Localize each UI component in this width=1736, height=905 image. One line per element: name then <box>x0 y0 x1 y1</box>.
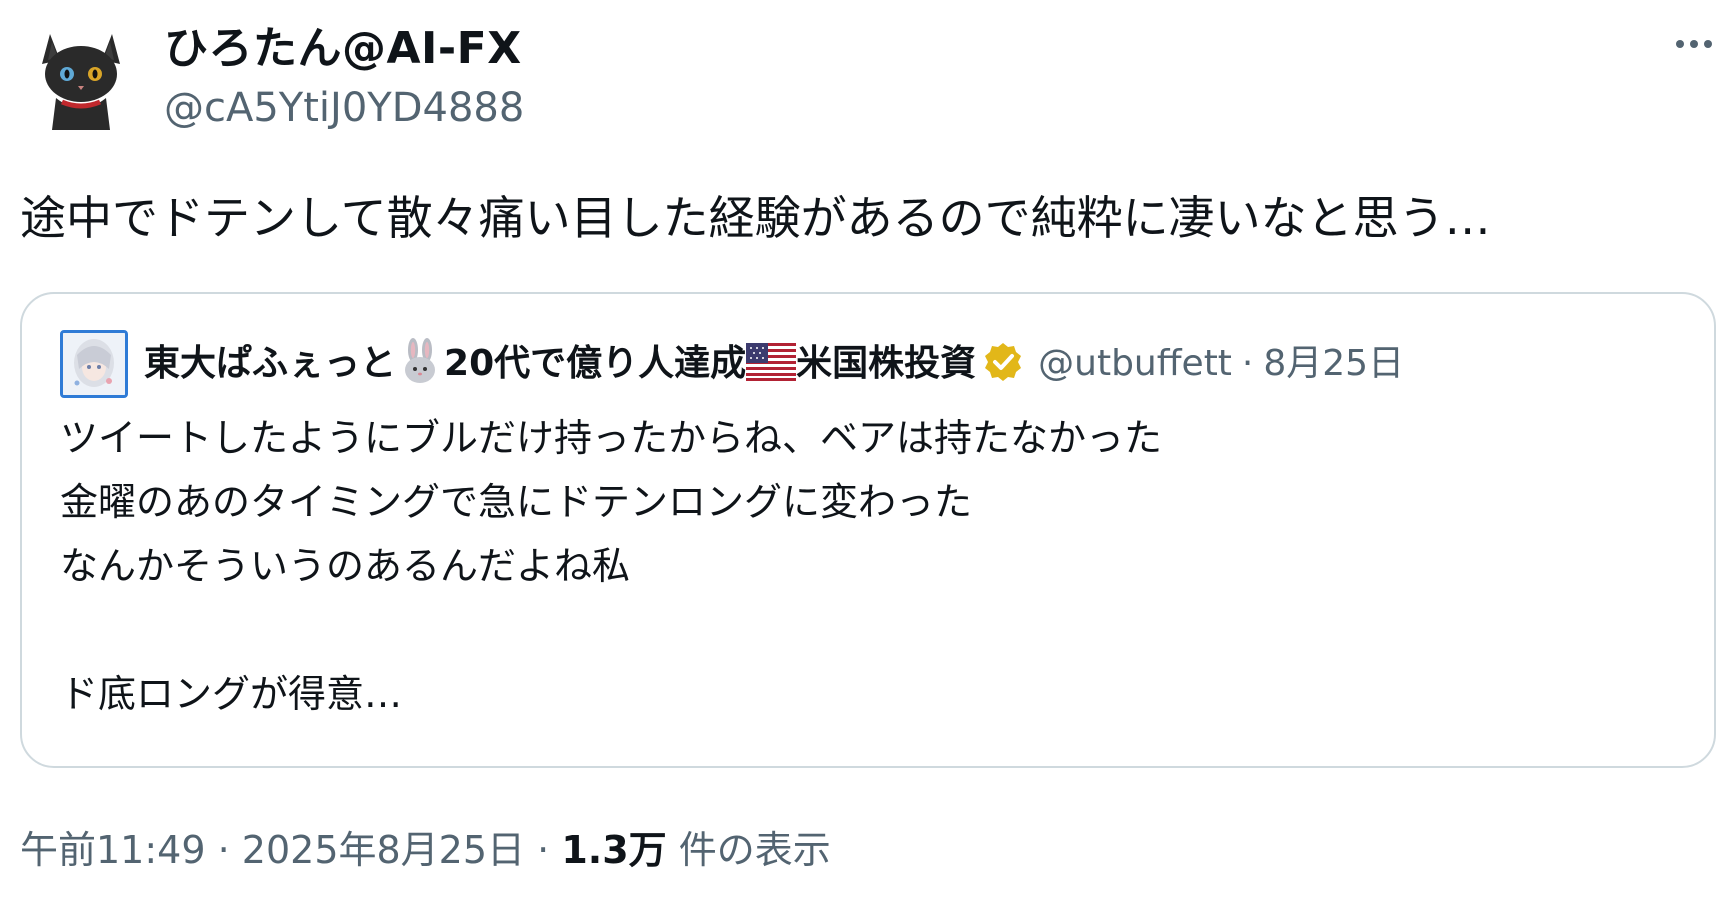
quoted-author-name-part1[interactable]: 東大ぱふぇっと <box>144 332 396 396</box>
tweet: ひろたん@AI-FX @cA5YtiJ0YD4888 途中でドテンして散々痛い目… <box>0 0 1736 905</box>
footer-separator: · <box>217 828 230 872</box>
quoted-tweet-date[interactable]: 8月25日 <box>1263 332 1404 396</box>
tweet-date[interactable]: 2025年8月25日 <box>242 828 525 872</box>
quoted-text-line <box>60 598 1162 662</box>
footer-separator: · <box>537 828 550 872</box>
quoted-text-line: ツイートしたようにブルだけ持ったからね、ベアは持たなかった <box>60 416 1163 460</box>
quoted-text-line: ド底ロングが得意… <box>60 672 403 716</box>
tweet-footer: 午前11:49 · 2025年8月25日 · 1.3万 件の表示 <box>20 822 831 878</box>
more-dot-icon <box>1690 40 1698 48</box>
author-handle[interactable]: @cA5YtiJ0YD4888 <box>164 82 524 134</box>
author-display-name[interactable]: ひろたん@AI-FX <box>164 20 522 78</box>
rabbit-emoji-icon <box>396 338 444 390</box>
tweet-text: 途中でドテンして散々痛い目した経験があるので純粋に凄いなと思う… <box>20 191 1491 245</box>
views-count[interactable]: 1.3万 <box>561 828 666 872</box>
quoted-text-line: 金曜のあのタイミングで急にドテンロングに変わった <box>60 480 973 524</box>
tweet-time[interactable]: 午前11:49 <box>20 828 206 872</box>
quoted-tweet-card[interactable]: 東大ぱふぇっと 20代で億り人達成 米国株投資 @utbuffett · 8月2… <box>20 292 1716 768</box>
more-dot-icon <box>1704 40 1712 48</box>
quoted-author-name-part3[interactable]: 米国株投資 <box>796 332 976 396</box>
quoted-author-handle[interactable]: @utbuffett <box>1038 332 1232 396</box>
quoted-text-line: なんかそういうのあるんだよね私 <box>60 544 631 588</box>
quoted-meta-separator: · <box>1241 343 1254 384</box>
quoted-author-avatar[interactable] <box>60 330 128 398</box>
quoted-author-name-part2[interactable]: 20代で億り人達成 <box>444 332 746 396</box>
anime-girl-avatar-icon <box>63 333 125 395</box>
views-label[interactable]: 件の表示 <box>679 828 831 872</box>
verified-badge-icon <box>982 341 1024 387</box>
more-dot-icon <box>1676 40 1684 48</box>
more-options-button[interactable] <box>1662 22 1726 66</box>
black-cat-avatar-icon <box>42 34 120 130</box>
quoted-tweet-text: ツイートしたようにブルだけ持ったからね、ベアは持たなかった 金曜のあのタイミング… <box>60 406 1162 726</box>
author-avatar[interactable] <box>26 20 136 130</box>
us-flag-emoji-icon <box>746 343 797 385</box>
quoted-tweet-header: 東大ぱふぇっと 20代で億り人達成 米国株投資 @utbuffett · 8月2… <box>144 332 1404 396</box>
